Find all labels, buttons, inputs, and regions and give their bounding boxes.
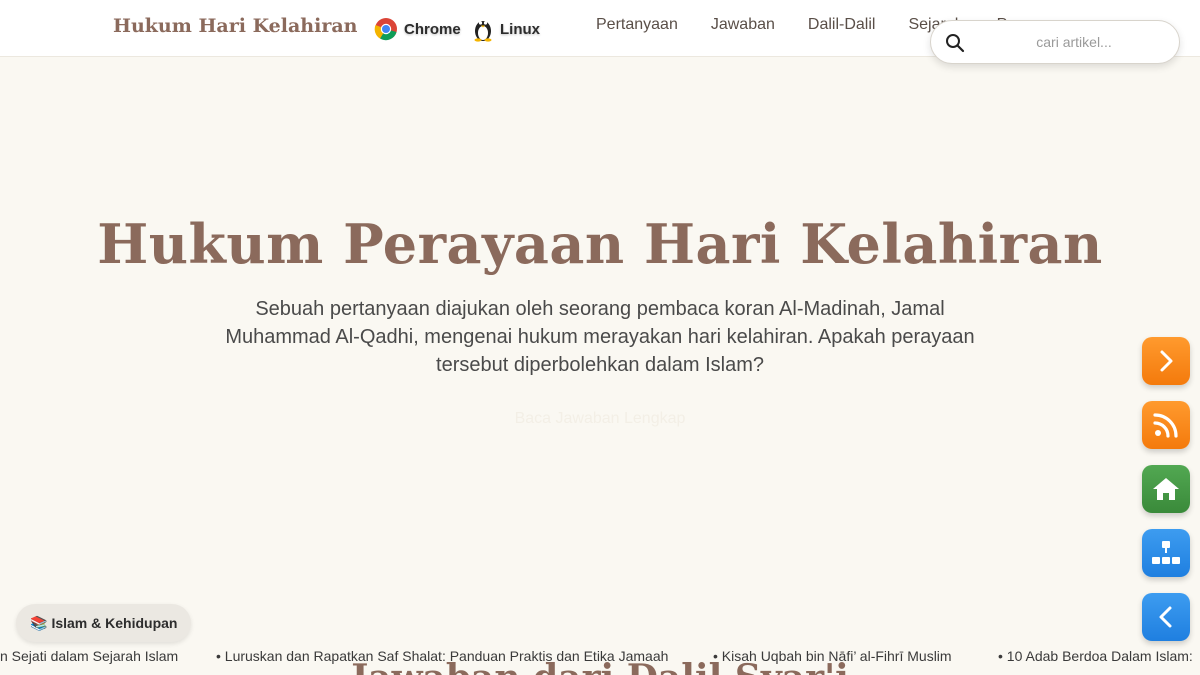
search-box[interactable] [930, 20, 1180, 64]
chrome-badge-label: Chrome [404, 20, 461, 38]
chevron-left-icon [1159, 606, 1172, 628]
chrome-badge: Chrome [374, 16, 461, 42]
rss-button[interactable] [1142, 401, 1190, 449]
site-brand[interactable]: Hukum Hari Kelahiran [113, 15, 357, 37]
back-button[interactable] [1142, 593, 1190, 641]
search-input[interactable] [979, 29, 1169, 55]
hero-subtitle: Sebuah pertanyaan diajukan oleh seorang … [225, 298, 975, 376]
linux-badge-label: Linux [500, 20, 540, 38]
read-answer-button[interactable]: Baca Jawaban Lengkap [0, 410, 1200, 428]
books-icon: 📚 [30, 614, 48, 631]
sitemap-button[interactable] [1142, 529, 1190, 577]
hero-title: Hukum Perayaan Hari Kelahiran [97, 212, 1103, 276]
nav-item-dalil[interactable]: Dalil-Dalil [808, 16, 876, 34]
sitemap-icon [1152, 541, 1180, 564]
category-pill[interactable]: 📚 Islam & Kehidupan [16, 604, 192, 642]
rss-icon [1153, 413, 1178, 438]
linux-tux-icon [474, 21, 492, 42]
linux-badge: Linux [472, 16, 540, 42]
category-pill-label: Islam & Kehidupan [51, 615, 178, 631]
section-heading: Jawaban dari Dalil Syar'i [0, 657, 1200, 675]
next-button[interactable] [1142, 337, 1190, 385]
home-icon [1153, 478, 1179, 500]
nav-item-jawaban[interactable]: Jawaban [711, 16, 775, 34]
chrome-icon [374, 18, 397, 41]
nav-item-pertanyaan[interactable]: Pertanyaan [596, 16, 678, 34]
search-icon[interactable] [945, 33, 965, 53]
home-button[interactable] [1142, 465, 1190, 513]
chevron-right-icon [1160, 350, 1173, 372]
